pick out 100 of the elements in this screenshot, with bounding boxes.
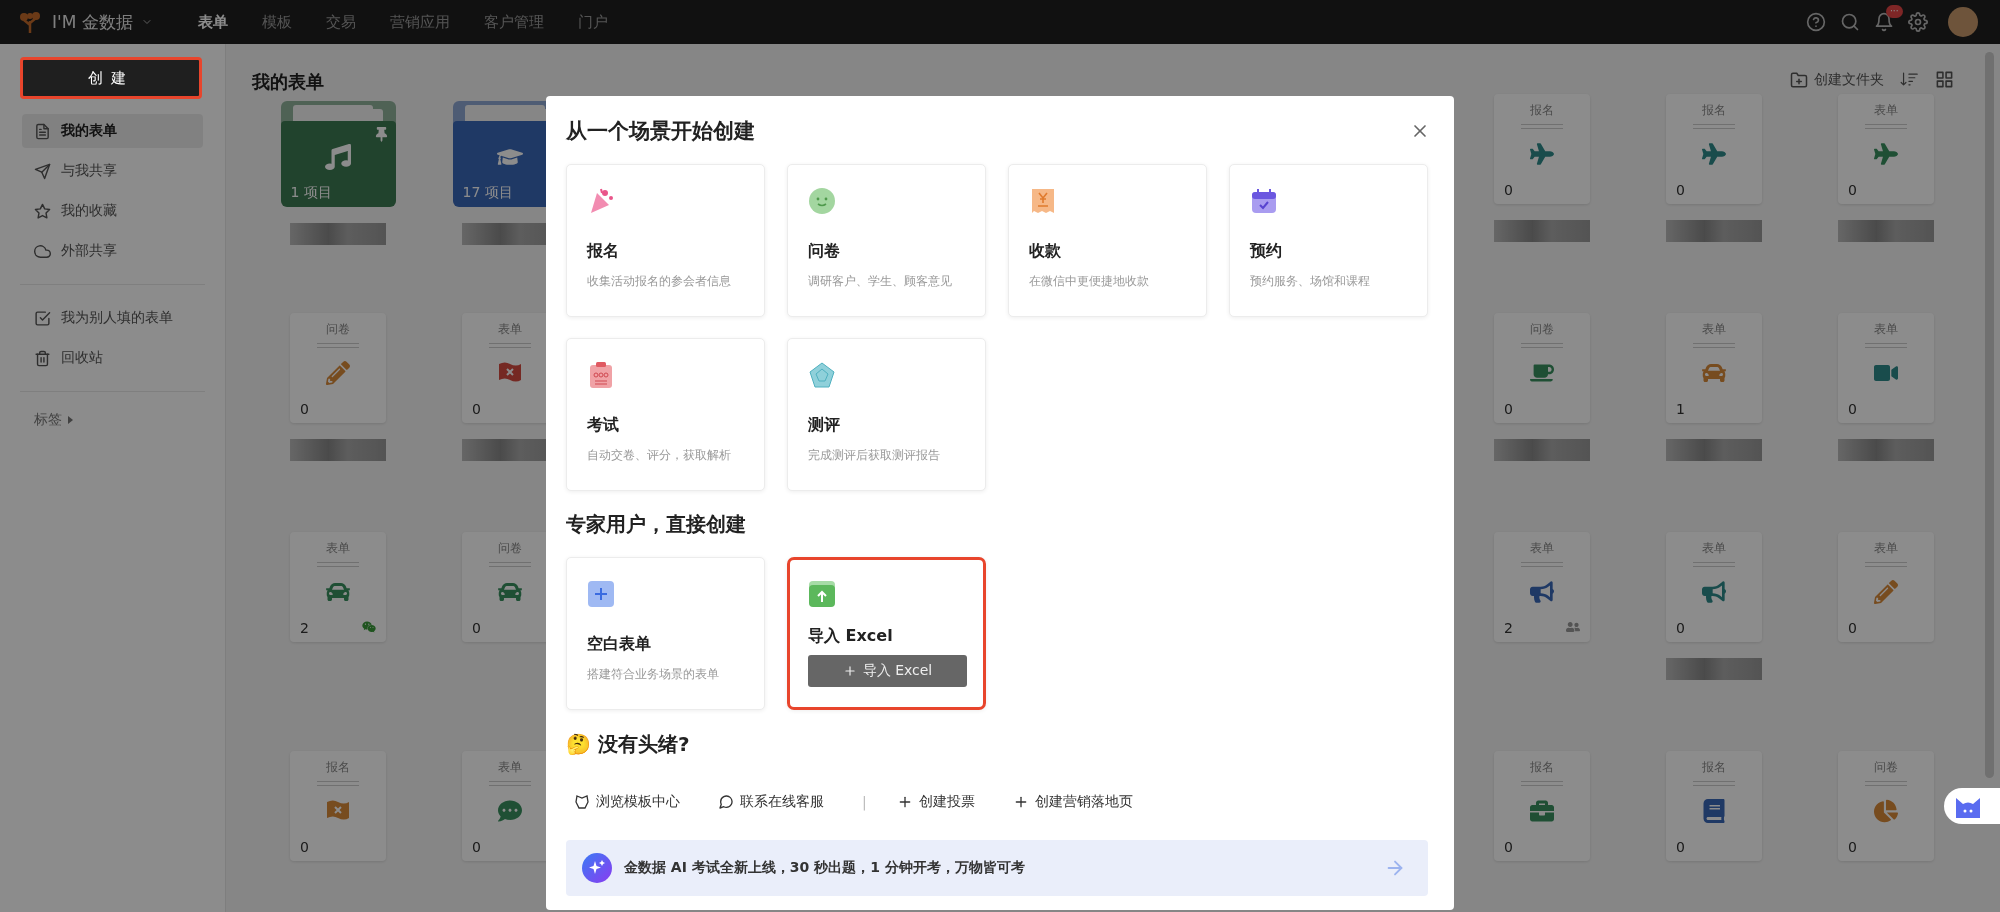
form-type: 问卷 <box>1530 321 1554 338</box>
form-card[interactable]: 表单 1 <box>1666 313 1762 423</box>
scene-title: 报名 <box>587 241 620 262</box>
form-type: 表单 <box>1874 321 1898 338</box>
form-card[interactable]: 表单 2 <box>290 532 386 642</box>
caret-icon[interactable] <box>68 416 73 424</box>
form-card[interactable]: 表单 0 <box>1838 94 1934 204</box>
notification-badge: ··· <box>1886 5 1903 18</box>
trash-icon <box>34 349 51 367</box>
form-card[interactable]: 报名 0 <box>1494 94 1590 204</box>
form-card[interactable]: 表单 0 <box>1666 532 1762 642</box>
sidebar-label: 我为别人填的表单 <box>61 309 173 327</box>
form-card[interactable]: 表单 0 <box>1838 313 1934 423</box>
create-folder-button[interactable]: 创建文件夹 <box>1790 70 1884 89</box>
form-type: 报名 <box>1530 759 1554 776</box>
sidebar-label: 我的表单 <box>61 122 117 140</box>
link-button[interactable]: 联系在线客服 <box>718 793 824 811</box>
chat-icon <box>498 799 522 823</box>
grid-view-icon[interactable] <box>1935 70 1954 89</box>
response-count: 1 <box>1676 401 1685 417</box>
sparkle-icon <box>582 853 612 883</box>
plane-icon <box>1702 142 1726 166</box>
scene-title: 问卷 <box>808 241 841 262</box>
folder-plus-icon <box>1790 70 1808 89</box>
form-card[interactable]: 问卷 0 <box>290 313 386 423</box>
sidebar-item[interactable]: 我为别人填的表单 <box>22 301 203 335</box>
form-card[interactable]: 报名 0 <box>1494 751 1590 861</box>
link-button[interactable]: 创建营销落地页 <box>1012 793 1133 811</box>
car-icon <box>1702 361 1726 385</box>
response-count: 0 <box>1848 620 1857 636</box>
form-type: 表单 <box>498 321 522 338</box>
response-count: 0 <box>1848 839 1857 855</box>
flag-icon <box>325 799 351 821</box>
form-type: 表单 <box>1530 540 1554 557</box>
plane-icon <box>1874 142 1898 166</box>
sidebar-item[interactable]: 我的表单 <box>22 114 203 148</box>
form-card[interactable]: 报名 0 <box>1666 94 1762 204</box>
sidebar-item[interactable]: 回收站 <box>22 341 203 375</box>
pencil-icon <box>326 361 350 385</box>
response-count: 0 <box>472 401 481 417</box>
response-count: 0 <box>1848 182 1857 198</box>
form-type: 问卷 <box>1874 759 1898 776</box>
form-type: 报名 <box>1702 759 1726 776</box>
form-card[interactable]: 问卷 0 <box>1494 313 1590 423</box>
star-icon <box>34 202 51 220</box>
megaphone-icon <box>1530 580 1554 604</box>
form-card[interactable]: 报名 0 <box>290 751 386 861</box>
scene-card[interactable]: 测评 完成测评后获取测评报告 <box>787 338 986 491</box>
smiley-icon <box>808 187 836 215</box>
response-count: 0 <box>1676 839 1685 855</box>
scene-card[interactable]: 预约 预约服务、场馆和课程 <box>1229 164 1428 317</box>
announcement-banner[interactable]: 金数据 AI 考试全新上线，30 秒出题，1 分钟开考，万物皆可考 <box>566 840 1428 896</box>
form-card[interactable]: 表单 0 <box>1838 532 1934 642</box>
brand-name: I'M 金数据 <box>52 10 133 34</box>
cloud-icon <box>34 242 51 260</box>
chat-icon <box>718 794 734 810</box>
scene-description: 完成测评后获取测评报告 <box>808 447 941 464</box>
scene-card[interactable]: 收款 在微信中更便捷地收款 <box>1008 164 1207 317</box>
tags-label[interactable]: 标签 <box>34 411 62 429</box>
plus-icon <box>587 580 615 608</box>
import-excel-button[interactable]: 导入 Excel <box>808 655 967 687</box>
scene-card[interactable]: 考试 自动交卷、评分，获取解析 <box>566 338 765 491</box>
sidebar-item[interactable]: 与我共享 <box>22 154 203 188</box>
car-icon <box>326 580 350 604</box>
bell-icon[interactable] <box>1874 12 1894 32</box>
section-title: 专家用户，直接创建 <box>566 510 747 538</box>
scene-description: 调研客户、学生、顾客意见 <box>808 273 953 290</box>
settings-icon[interactable] <box>1908 12 1928 32</box>
form-card[interactable]: 报名 0 <box>1666 751 1762 861</box>
nav-tab[interactable]: 表单 <box>180 12 245 32</box>
response-count: 0 <box>472 839 481 855</box>
form-card[interactable]: 表单 2 <box>1494 532 1590 642</box>
document-icon <box>34 122 51 140</box>
megaphone-icon <box>1702 580 1726 604</box>
pentagon-icon <box>808 361 836 389</box>
link-button[interactable]: 浏览模板中心 <box>574 793 680 811</box>
response-count: 2 <box>300 620 309 636</box>
response-count: 2 <box>1504 620 1513 636</box>
assistant-button[interactable] <box>1944 788 2000 824</box>
create-option-card[interactable]: 空白表单 搭建符合业务场景的表单 <box>566 557 765 710</box>
search-icon[interactable] <box>1840 12 1860 32</box>
response-count: 0 <box>1848 401 1857 417</box>
link-button[interactable]: 创建投票 <box>896 793 975 811</box>
avatar[interactable] <box>1948 7 1978 37</box>
create-button[interactable]: 创建 <box>20 57 202 99</box>
scene-description: 自动交卷、评分，获取解析 <box>587 447 732 464</box>
form-type: 表单 <box>1702 321 1726 338</box>
create-option-card[interactable]: 导入 Excel 导入 Excel <box>787 557 986 710</box>
scene-card[interactable]: 问卷 调研客户、学生、顾客意见 <box>787 164 986 317</box>
form-card[interactable]: 问卷 0 <box>1838 751 1934 861</box>
sidebar-item[interactable]: 外部共享 <box>22 234 203 268</box>
clipboard-icon <box>587 361 615 389</box>
flag-icon <box>497 361 523 383</box>
sidebar-label: 我的收藏 <box>61 202 117 220</box>
calendar-icon <box>1250 187 1278 215</box>
help-icon[interactable] <box>1806 12 1826 32</box>
sidebar-item[interactable]: 我的收藏 <box>22 194 203 228</box>
sidebar-label: 回收站 <box>61 349 103 367</box>
response-count: 0 <box>472 620 481 636</box>
scene-card[interactable]: 报名 收集活动报名的参会者信息 <box>566 164 765 317</box>
